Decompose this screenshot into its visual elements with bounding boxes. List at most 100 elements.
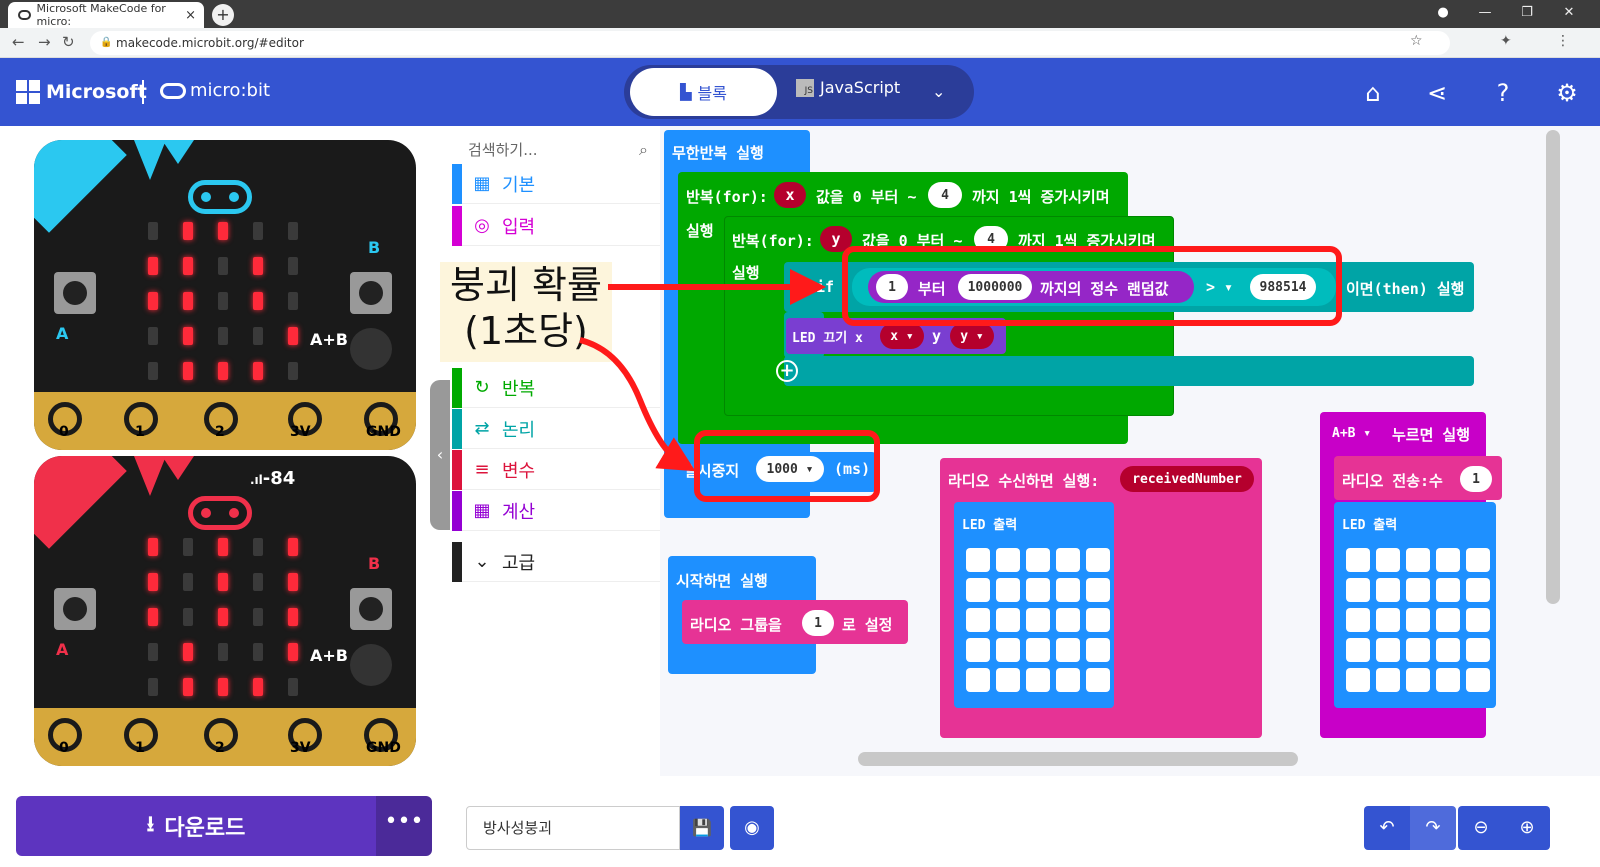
toolbox-category-6[interactable]: ⌄ 고급	[452, 541, 660, 582]
button-ab-label: A+B	[310, 646, 348, 665]
add-else-icon[interactable]: +	[776, 360, 798, 382]
radio-group-value[interactable]: 1	[802, 610, 834, 636]
github-icon[interactable]: ◉	[730, 806, 774, 850]
for-x-from: 값을 0 부터 ~	[816, 188, 917, 206]
back-icon[interactable]: ←	[12, 33, 25, 51]
forward-icon[interactable]: →	[38, 33, 51, 51]
button-ab[interactable]	[350, 328, 392, 370]
zoom-out-icon[interactable]: ⊖	[1458, 806, 1504, 850]
radio-send-value[interactable]: 1	[1460, 466, 1492, 492]
led-4-1	[183, 678, 193, 696]
url-text: makecode.microbit.org/#editor	[116, 36, 304, 50]
target-icon: ◎	[474, 215, 490, 236]
signal-value: -84	[262, 468, 296, 489]
toolbox-category-3[interactable]: ⇄ 논리	[452, 408, 660, 449]
redo-icon[interactable]: ↷	[1410, 806, 1456, 850]
button-dropdown[interactable]: A+B ▾	[1332, 426, 1371, 441]
close-window-icon[interactable]: ✕	[1552, 0, 1586, 26]
menu-icon[interactable]: ⋮	[1556, 33, 1570, 49]
undo-icon[interactable]: ↶	[1364, 806, 1410, 850]
led-4-2	[218, 678, 228, 696]
extensions-icon[interactable]: ✦	[1500, 33, 1512, 49]
gear-icon[interactable]: ⚙	[1550, 76, 1584, 110]
makecode-app: Microsoft MakeCode for micro: × + ● — ❐ …	[0, 0, 1600, 867]
toolbox-category-5[interactable]: ▦ 계산	[452, 490, 660, 531]
home-icon[interactable]: ⌂	[1356, 76, 1390, 110]
led-grid-1[interactable]	[966, 548, 1110, 692]
led-1-0	[148, 257, 158, 275]
zoom-in-icon[interactable]: ⊕	[1504, 806, 1550, 850]
led-0-4	[288, 538, 298, 556]
annotation-line-1: 붕괴 확률	[450, 263, 602, 307]
new-tab-button[interactable]: +	[212, 4, 234, 26]
led-3-2	[218, 643, 228, 661]
browser-tab[interactable]: Microsoft MakeCode for micro: ×	[8, 2, 204, 28]
led-3-3	[253, 643, 263, 661]
button-a[interactable]	[54, 272, 96, 314]
received-number-variable[interactable]: receivedNumber	[1120, 466, 1254, 492]
led-3-2	[218, 327, 228, 345]
category-color-bar	[452, 408, 462, 449]
led-1-4	[288, 573, 298, 591]
show-leds-2-label: LED 출력	[1342, 518, 1398, 533]
url-input[interactable]: 🔒 makecode.microbit.org/#editor	[90, 31, 1450, 55]
project-name-input[interactable]: 방사성붕괴	[466, 806, 680, 850]
toolbox-category-4[interactable]: ≡ 변수	[452, 449, 660, 490]
led-0-2	[218, 538, 228, 556]
bookmark-star-icon[interactable]: ☆	[1410, 33, 1423, 49]
chevron-down-icon[interactable]: ⌄	[932, 82, 945, 101]
led-x-dropdown[interactable]: x ▾	[880, 323, 924, 349]
toolbox-category-0[interactable]: ▦ 기본	[452, 163, 660, 204]
vertical-scrollbar[interactable]	[1546, 130, 1560, 604]
tab-blocks-label: 블록	[697, 84, 727, 103]
led-y-label: y	[932, 327, 942, 345]
save-icon[interactable]: 💾	[680, 806, 724, 850]
share-icon[interactable]: ⋖	[1420, 76, 1454, 110]
led-4-3	[253, 678, 263, 696]
button-ab[interactable]	[350, 644, 392, 686]
led-2-4	[288, 292, 298, 310]
button-b[interactable]	[350, 588, 392, 630]
led-4-0	[148, 678, 158, 696]
for-x-variable[interactable]: x	[774, 182, 806, 208]
download-button[interactable]: ⭳ 다운로드	[16, 796, 376, 856]
collapse-simulator-button[interactable]: ‹	[430, 380, 450, 530]
button-b[interactable]	[350, 272, 392, 314]
tab-javascript[interactable]: JS JavaScript	[796, 78, 900, 97]
category-label: 기본	[502, 174, 536, 196]
led-1-2	[218, 573, 228, 591]
profile-icon[interactable]: ●	[1426, 0, 1460, 26]
led-4-2	[218, 362, 228, 380]
tab-blocks[interactable]: ▙ 블록	[630, 68, 777, 116]
microbit-board-1[interactable]: A B A+B 0 1 2 3V GND	[34, 140, 416, 450]
led-grid-2[interactable]	[1346, 548, 1490, 692]
for-x-to-value[interactable]: 4	[928, 182, 962, 208]
category-label: 고급	[502, 552, 536, 574]
header-divider	[142, 80, 144, 104]
minimize-icon[interactable]: —	[1468, 0, 1502, 26]
download-more-button[interactable]: •••	[376, 796, 432, 856]
button-b-label: B	[368, 238, 381, 257]
toolbox-search-input[interactable]: 검색하기... ⌕	[460, 134, 656, 166]
help-icon[interactable]: ?	[1486, 76, 1520, 110]
microbit-board-2[interactable]: .ıl-84 A B A+B 0 1 2 3V GND	[34, 456, 416, 766]
led-0-0	[148, 222, 158, 240]
reload-icon[interactable]: ↻	[62, 33, 75, 51]
microbit-logo[interactable]: micro:bit	[160, 80, 270, 101]
pin-label: 2	[215, 740, 225, 756]
restore-icon[interactable]: ❐	[1510, 0, 1544, 26]
search-icon[interactable]: ⌕	[639, 134, 648, 166]
tab-close-icon[interactable]: ×	[185, 8, 196, 23]
for-y-label: 반복(for):	[732, 232, 814, 250]
button-a-label: A	[56, 324, 69, 343]
pin-label: 1	[135, 740, 145, 756]
microsoft-logo[interactable]: Microsoft	[16, 80, 147, 104]
toolbox-category-2[interactable]: ↻ 반복	[452, 367, 660, 408]
led-y-dropdown[interactable]: y ▾	[950, 323, 994, 349]
toolbox-category-1[interactable]: ◎ 입력	[452, 205, 660, 246]
pin-label: 3V	[290, 424, 311, 440]
horizontal-scrollbar[interactable]	[858, 752, 1298, 766]
button-a[interactable]	[54, 588, 96, 630]
led-1-1	[183, 573, 193, 591]
led-2-2	[218, 608, 228, 626]
